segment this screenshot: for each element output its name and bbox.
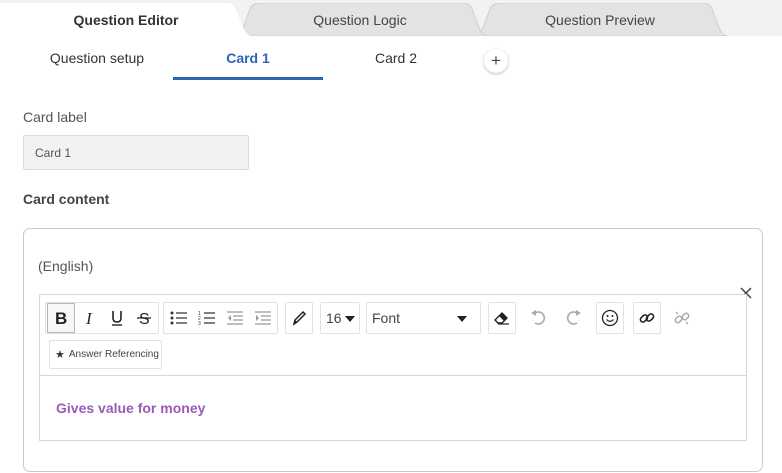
text-color-icon[interactable] xyxy=(286,303,312,333)
tab-question-logic[interactable]: Question Logic xyxy=(232,3,488,36)
decrease-indent-icon[interactable] xyxy=(222,303,248,333)
subtab-label: Question setup xyxy=(49,50,145,66)
clear-formatting-icon[interactable] xyxy=(489,303,515,333)
svg-text:3: 3 xyxy=(198,321,201,326)
tab-label: Question Preview xyxy=(545,11,655,28)
svg-text:B: B xyxy=(55,309,67,327)
emoji-icon[interactable] xyxy=(597,303,623,333)
svg-text:I: I xyxy=(85,309,93,327)
subtab-label: Card 1 xyxy=(226,50,270,66)
card-label-input[interactable]: Card 1 xyxy=(23,135,249,170)
subtab-label: Card 2 xyxy=(374,50,418,66)
chevron-down-icon xyxy=(457,316,467,322)
font-value: Font xyxy=(372,310,401,326)
tab-question-editor[interactable]: Question Editor xyxy=(0,3,252,36)
underline-icon[interactable] xyxy=(104,303,130,333)
list-group: 123 xyxy=(163,302,278,334)
add-card-button[interactable]: + xyxy=(484,49,508,73)
answer-referencing-label: Answer Referencing xyxy=(68,349,159,360)
card-tabs: Question setup Card 1 Card 2 + xyxy=(0,36,782,82)
subtab-card-1[interactable]: Card 1 xyxy=(173,36,323,80)
redo-icon[interactable] xyxy=(560,303,588,333)
star-icon: ★ xyxy=(55,349,65,361)
chevron-down-icon xyxy=(345,316,355,322)
link-icon[interactable] xyxy=(634,303,660,333)
subtab-question-setup[interactable]: Question setup xyxy=(22,36,172,80)
card-label-heading: Card label xyxy=(23,109,87,125)
color-group xyxy=(285,302,313,334)
answer-referencing-button[interactable]: ★ Answer Referencing xyxy=(49,340,162,369)
italic-icon[interactable]: I xyxy=(77,303,103,333)
card-label-value: Card 1 xyxy=(35,145,72,160)
font-size-value: 16 xyxy=(326,310,342,326)
font-size-select[interactable]: 16 xyxy=(320,302,360,334)
font-select[interactable]: Font xyxy=(366,302,481,334)
editor-toolbar: B I S 123 16 Font ★ Answer Referencing xyxy=(40,295,746,376)
editor-content-text[interactable]: Gives value for money xyxy=(56,400,205,416)
undo-icon[interactable] xyxy=(524,303,552,333)
tab-question-preview[interactable]: Question Preview xyxy=(472,3,728,36)
tab-label: Question Editor xyxy=(73,11,179,28)
svg-text:S: S xyxy=(139,311,150,327)
bulleted-list-icon[interactable] xyxy=(166,303,192,333)
rich-text-editor: B I S 123 16 Font ★ Answer Referencing G… xyxy=(39,294,747,441)
strikethrough-icon[interactable]: S xyxy=(131,303,157,333)
card-content-heading: Card content xyxy=(23,191,110,207)
link-group xyxy=(633,302,661,334)
tab-label: Question Logic xyxy=(313,11,407,28)
language-label: (English) xyxy=(38,258,94,274)
clear-format-group xyxy=(488,302,516,334)
subtab-card-2[interactable]: Card 2 xyxy=(323,36,469,80)
plus-icon: + xyxy=(491,51,501,70)
format-group: B I S xyxy=(45,302,159,334)
bold-icon[interactable]: B xyxy=(47,303,75,333)
numbered-list-icon[interactable]: 123 xyxy=(194,303,220,333)
emoji-group xyxy=(596,302,624,334)
increase-indent-icon[interactable] xyxy=(250,303,276,333)
unlink-icon[interactable] xyxy=(668,303,696,333)
